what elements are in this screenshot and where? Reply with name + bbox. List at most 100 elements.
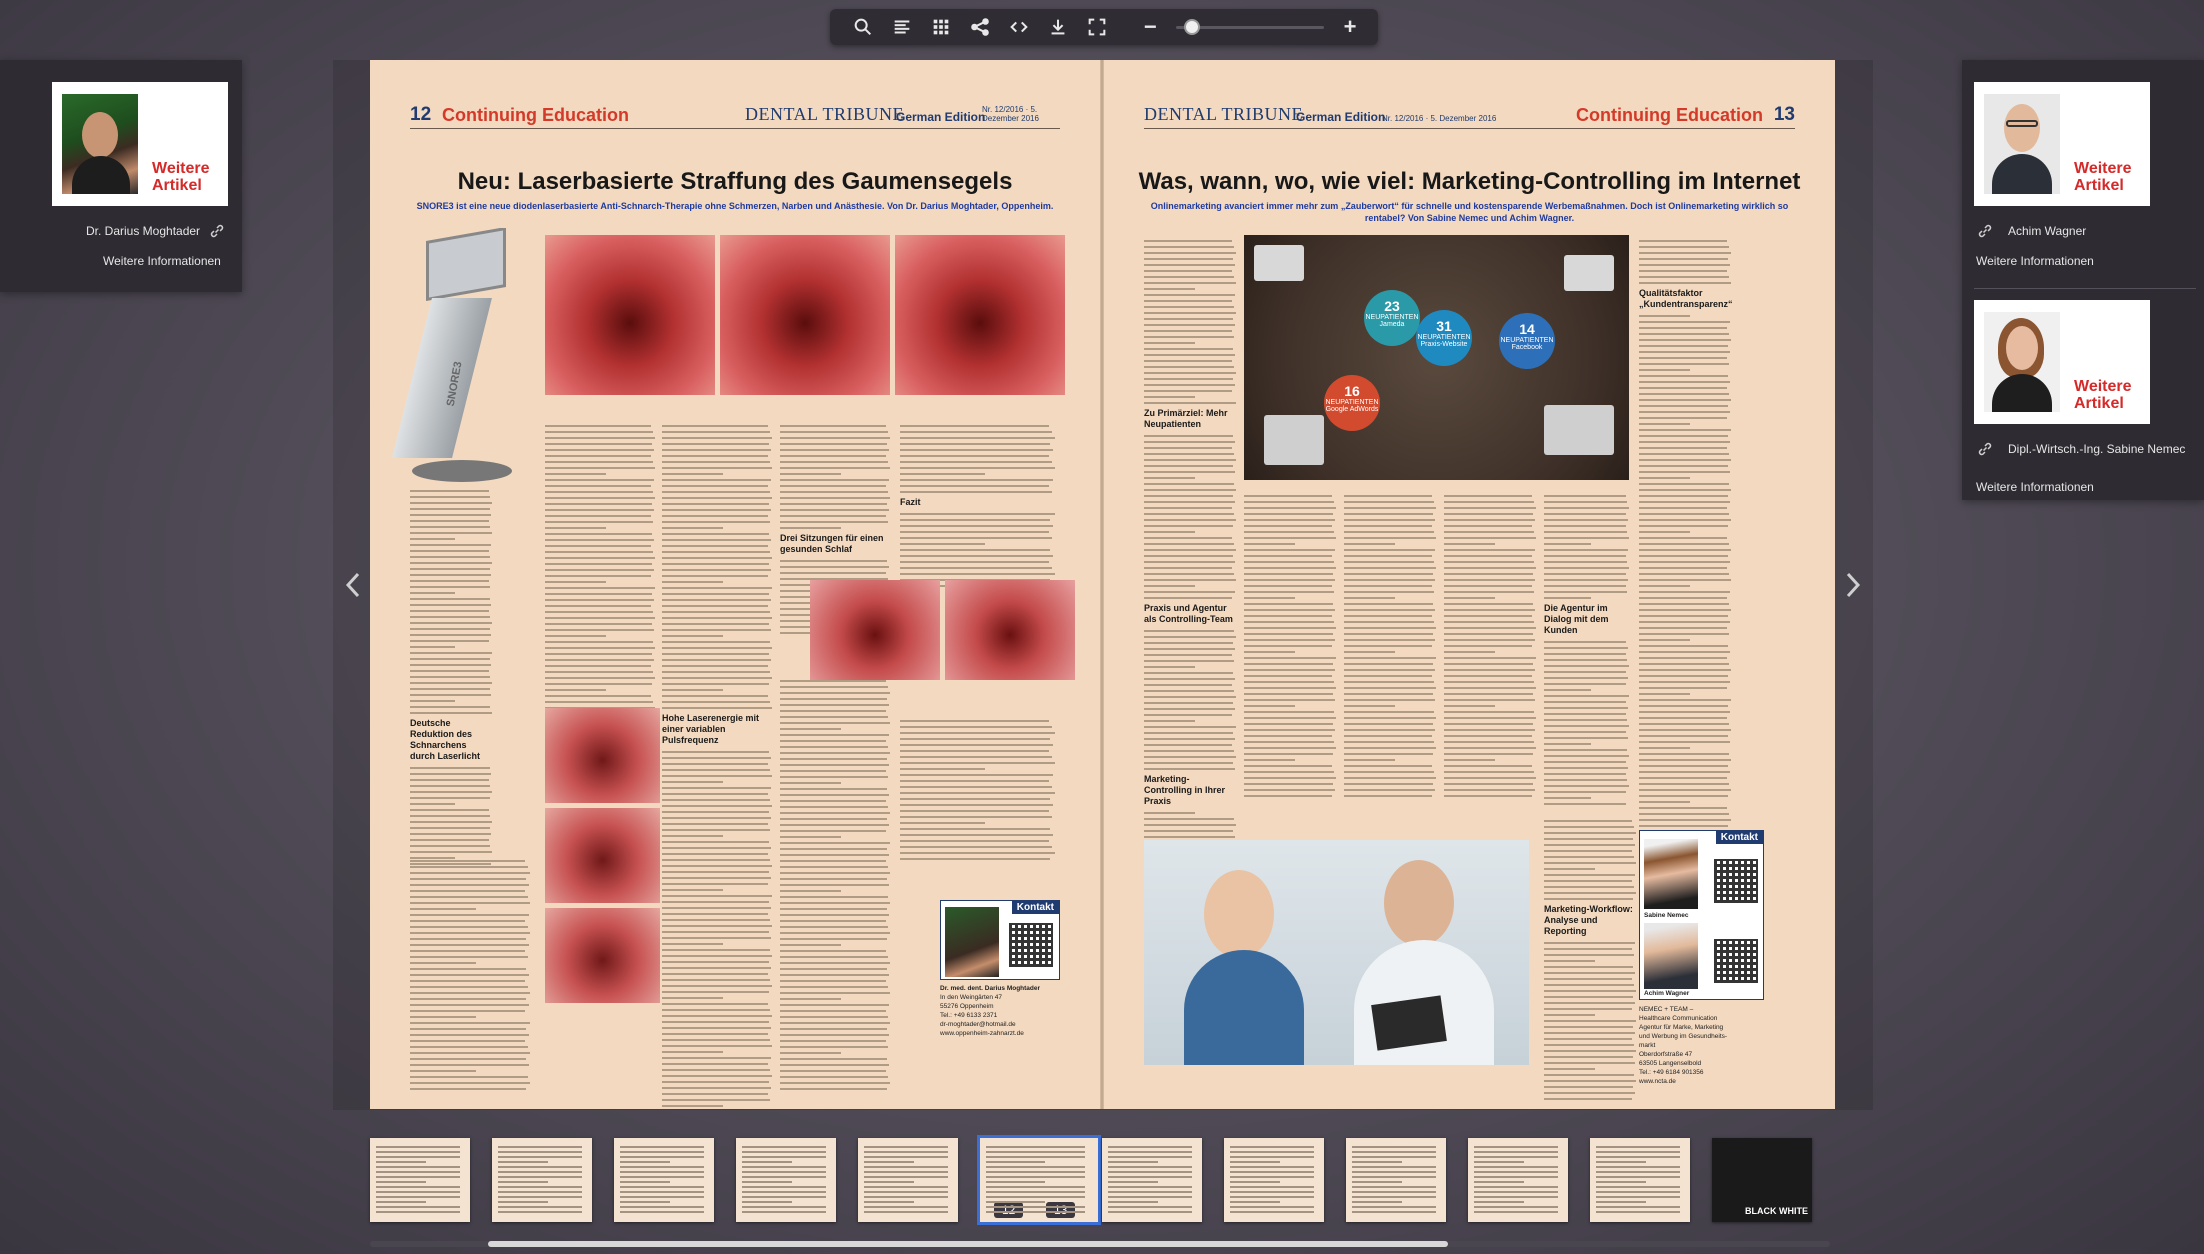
page-thumbnail[interactable] <box>1468 1138 1568 1222</box>
link-icon <box>1978 442 1992 456</box>
more-info-link[interactable]: Weitere Informationen <box>1976 480 2094 494</box>
download-button[interactable] <box>1038 12 1077 42</box>
stat-bubble-adwords: 16 NEUPATIENTEN Google AdWords <box>1324 375 1380 431</box>
text-column-3 <box>1344 495 1436 805</box>
toc-button[interactable] <box>883 12 922 42</box>
stat-bubble-facebook: 14 NEUPATIENTEN Facebook <box>1499 313 1555 369</box>
text-column-5: Die Agentur im Dialog mit dem Kunden <box>1544 495 1629 805</box>
more-info-link[interactable]: Weitere Informationen <box>1976 254 2094 268</box>
throat-image-7 <box>545 808 660 903</box>
snore3-device-image: SNORE3 <box>382 228 522 498</box>
throat-image-2 <box>720 235 890 395</box>
author-card-wagner[interactable]: Weitere Artikel <box>1974 82 2150 206</box>
embed-icon <box>1010 21 1028 33</box>
grid-button[interactable] <box>922 12 961 42</box>
page-thumbnail[interactable] <box>1346 1138 1446 1222</box>
page-number: 13 <box>1773 104 1795 125</box>
share-icon <box>971 18 989 36</box>
next-page-button[interactable] <box>1838 565 1868 605</box>
link-icon <box>1978 224 1992 238</box>
author-photo <box>1984 312 2060 412</box>
masthead: DENTAL TRIBUNE <box>1144 104 1304 124</box>
page-thumbnail[interactable] <box>1590 1138 1690 1222</box>
author-link[interactable] <box>1976 222 1994 240</box>
stat-bubble-website: 31 NEUPATIENTEN Praxis-Website <box>1416 310 1472 366</box>
more-articles-label: Weitere Artikel <box>152 160 210 194</box>
throat-image-4 <box>810 580 940 680</box>
text-column-2 <box>1244 495 1336 805</box>
masthead: DENTAL TRIBUNE <box>745 104 905 124</box>
article-subhead: SNORE3 ist eine neue diodenlaserbasierte… <box>416 201 1054 211</box>
author-card-nemec[interactable]: Weitere Artikel <box>1974 300 2150 424</box>
text-column-7: Marketing-Workflow: Analyse und Reportin… <box>1544 820 1636 1100</box>
page-thumbnail[interactable]: 12 13 <box>977 1135 1101 1225</box>
page-thumbnail[interactable] <box>1224 1138 1324 1222</box>
contact-line: und Werbung im Gesundheits- <box>1639 1033 1728 1040</box>
contact-photo <box>1644 839 1698 909</box>
share-button[interactable] <box>961 12 1000 42</box>
page-header: 12 Continuing Education DENTAL TRIBUNE G… <box>410 103 1060 129</box>
article-subtitle: Marketing-Workflow: Analyse und Reportin… <box>1544 904 1633 936</box>
contact-line: NEMEC + TEAM – <box>1639 1006 1694 1013</box>
article-subtitle: Qualitätsfaktor „Kundentransparenz“ <box>1639 288 1733 309</box>
zoom-in-button[interactable]: + <box>1336 12 1364 42</box>
contact-line: Tel.: +49 6133 2371 <box>940 1012 998 1019</box>
zoom-slider-knob[interactable] <box>1184 19 1201 35</box>
thumbnail-page-label: 13 <box>1046 1202 1076 1218</box>
thumbnail-scrollbar[interactable] <box>488 1241 1448 1247</box>
author-card-moghtader[interactable]: Weitere Artikel <box>52 82 228 206</box>
throat-image-8 <box>545 908 660 1003</box>
embed-button[interactable] <box>999 12 1038 42</box>
section-title: Continuing Education <box>442 105 629 125</box>
author-link[interactable] <box>1976 440 1994 458</box>
contact-line: 55276 Oppenheim <box>940 1003 994 1010</box>
stat-bubble-jameda: 23 NEUPATIENTEN Jameda <box>1364 290 1420 346</box>
page-thumbnail[interactable] <box>858 1138 958 1222</box>
contact-line: dr-moghtader@hotmail.de <box>940 1021 1016 1028</box>
page-thumbnail[interactable] <box>614 1138 714 1222</box>
contact-line: Agentur für Marke, Marketing <box>1639 1024 1724 1031</box>
fullscreen-button[interactable] <box>1077 12 1116 42</box>
contact-line: www.oppenheim-zahnarzt.de <box>940 1030 1024 1037</box>
qr-code <box>1714 859 1758 903</box>
text-column-3: Hohe Laserenergie mit einer variablen Pu… <box>662 425 772 1109</box>
article-headline: Neu: Laserbasierte Straffung des Gaumens… <box>457 168 1013 195</box>
text-column-1: Deutsche Reduktion des Schnarchens durch… <box>410 490 492 865</box>
zoom-out-button[interactable]: − <box>1136 12 1164 42</box>
author-photo <box>1984 94 2060 194</box>
search-icon <box>855 18 872 36</box>
author-link[interactable] <box>208 222 226 240</box>
article-subtitle: Praxis und Agentur als Controlling-Team <box>1144 603 1233 624</box>
page-thumbnail[interactable] <box>1102 1138 1202 1222</box>
contact-name: Dr. med. dent. Darius Moghtader <box>940 985 1041 992</box>
article-subhead: Onlinemarketing avanciert immer mehr zum… <box>1150 201 1789 223</box>
zoom-slider[interactable] <box>1176 12 1325 42</box>
marketing-table-image: 23 NEUPATIENTEN Jameda 31 NEUPATIENTEN P… <box>1244 235 1629 480</box>
contact-line: markt <box>1639 1042 1656 1049</box>
more-info-link[interactable]: Weitere Informationen <box>103 254 221 268</box>
issue-label: Nr. 12/2016 · 5. Dezember 2016 <box>1382 114 1497 123</box>
text-column-1: Zu Primärziel: Mehr Neupatienten Praxis u… <box>1144 240 1236 880</box>
page-13[interactable]: DENTAL TRIBUNE German Edition Nr. 12/201… <box>1104 60 1835 1109</box>
page-thumbnail[interactable] <box>492 1138 592 1222</box>
zoom-in-icon: + <box>1343 14 1357 39</box>
link-icon <box>210 224 224 238</box>
author-photo <box>62 94 138 194</box>
panel-divider <box>1974 288 2196 289</box>
edition-label: German Edition <box>1296 110 1386 124</box>
chevron-right-icon <box>1846 572 1861 598</box>
article-subtitle: Fazit <box>900 497 921 507</box>
issue-label: Nr. 12/2016 · 5. Dezember 2016 <box>982 105 1039 123</box>
dentist-photo <box>1144 840 1529 1065</box>
page-thumbnail[interactable]: BLACK WHITE <box>1712 1138 1812 1222</box>
text-column-6: Qualitätsfaktor „Kundentransparenz“ <box>1639 240 1733 840</box>
page-thumbnail[interactable] <box>370 1138 470 1222</box>
grid-icon <box>933 19 949 35</box>
search-button[interactable] <box>844 12 883 42</box>
page-thumbnail[interactable] <box>736 1138 836 1222</box>
page-12[interactable]: 12 Continuing Education DENTAL TRIBUNE G… <box>370 60 1100 1109</box>
previous-page-button[interactable] <box>338 565 368 605</box>
section-title: Continuing Education <box>1576 105 1763 125</box>
more-articles-label: Weitere Artikel <box>2074 378 2132 412</box>
contact-line: Oberdorfstraße 47 <box>1639 1051 1693 1058</box>
